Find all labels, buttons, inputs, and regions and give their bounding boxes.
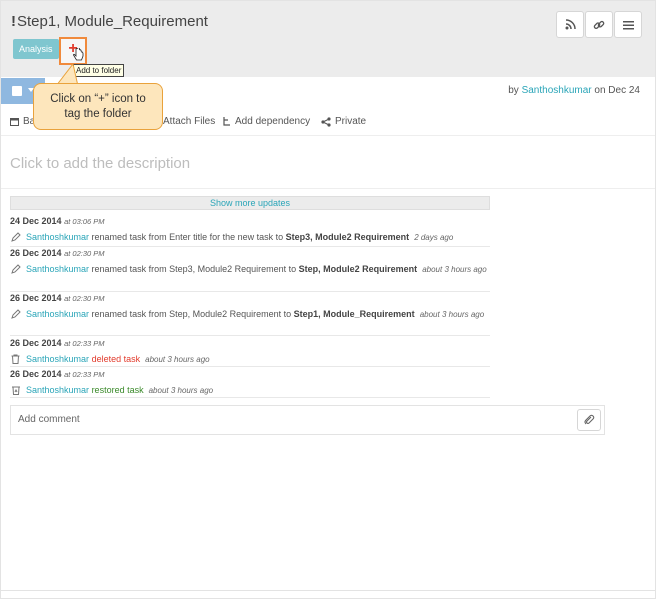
- link-icon: [593, 20, 605, 29]
- task-header: ! Step1, Module_Requirement Analysis + A…: [1, 1, 655, 77]
- comment-input[interactable]: Add comment: [18, 414, 80, 425]
- private-action[interactable]: Private: [321, 116, 366, 127]
- activity-date: 26 Dec 2014 at 02:30 PM: [10, 248, 105, 258]
- author-link[interactable]: Santhoshkumar: [522, 85, 592, 96]
- activity-text: Santhoshkumar restored task about 3 hour…: [10, 383, 490, 398]
- divider: [1, 188, 655, 189]
- paperclip-icon: [584, 414, 595, 425]
- add-to-folder-tooltip: Add to folder: [73, 64, 125, 77]
- calendar-icon: [10, 118, 19, 126]
- attach-files-action[interactable]: Attach Files: [163, 116, 215, 127]
- activity-text: Santhoshkumar renamed task from Step3, M…: [10, 262, 490, 277]
- private-label: Private: [335, 116, 367, 127]
- activity-date: 26 Dec 2014 at 02:33 PM: [10, 369, 105, 379]
- title-row: ! Step1, Module_Requirement: [11, 13, 208, 30]
- share-icon: [321, 116, 331, 127]
- activity-entry: 26 Dec 2014 at 02:33 PM Santhoshkumar re…: [10, 369, 490, 398]
- rss-icon: [565, 19, 576, 30]
- activity-text: Santhoshkumar deleted task about 3 hours…: [10, 352, 490, 367]
- callout-line-1: Click on “+” icon to: [50, 93, 146, 105]
- tag-analysis[interactable]: Analysis: [13, 39, 59, 59]
- comment-box[interactable]: Add comment: [10, 405, 605, 435]
- activity-date: 24 Dec 2014 at 03:06 PM: [10, 216, 105, 226]
- activity-text: Santhoshkumar renamed task from Step, Mo…: [10, 307, 490, 322]
- byline-date: on Dec 24: [591, 85, 640, 96]
- activity-date: 26 Dec 2014 at 02:30 PM: [10, 293, 105, 303]
- byline-prefix: by: [508, 85, 522, 96]
- description-placeholder[interactable]: Click to add the description: [10, 155, 190, 172]
- menu-button[interactable]: [614, 11, 642, 38]
- complete-checkbox[interactable]: [12, 86, 22, 96]
- hand-cursor-icon: [73, 48, 84, 61]
- add-dependency-action[interactable]: Add dependency: [222, 116, 310, 127]
- activity-user-link[interactable]: Santhoshkumar: [26, 385, 89, 395]
- pencil-icon: [11, 309, 21, 319]
- divider: [10, 366, 490, 367]
- activity-text: Santhoshkumar renamed task from Enter ti…: [10, 230, 490, 245]
- back-action[interactable]: Ba: [10, 116, 35, 127]
- activity-user-link[interactable]: Santhoshkumar: [26, 264, 89, 274]
- pencil-icon: [11, 264, 21, 274]
- instruction-callout: Click on “+” icon to tag the folder: [33, 83, 163, 130]
- dependency-icon: [223, 116, 230, 126]
- divider: [10, 246, 490, 247]
- activity-entry: 26 Dec 2014 at 02:30 PM Santhoshkumar re…: [10, 248, 490, 277]
- divider: [10, 397, 490, 398]
- task-title[interactable]: Step1, Module_Requirement: [17, 13, 208, 30]
- divider: [10, 335, 490, 336]
- author-byline: by Santhoshkumar on Dec 24: [508, 85, 640, 96]
- activity-user-link[interactable]: Santhoshkumar: [26, 354, 89, 364]
- activity-entry: 26 Dec 2014 at 02:30 PM Santhoshkumar re…: [10, 293, 490, 322]
- activity-user-link[interactable]: Santhoshkumar: [26, 309, 89, 319]
- activity-user-link[interactable]: Santhoshkumar: [26, 232, 89, 242]
- show-more-updates-button[interactable]: Show more updates: [10, 196, 490, 210]
- menu-icon: [622, 20, 634, 29]
- attach-files-label: Attach Files: [163, 116, 216, 127]
- activity-entry: 24 Dec 2014 at 03:06 PM Santhoshkumar re…: [10, 216, 490, 245]
- divider: [1, 590, 655, 591]
- permalink-button[interactable]: [585, 11, 613, 38]
- add-dependency-label: Add dependency: [235, 116, 311, 127]
- rss-button[interactable]: [556, 11, 584, 38]
- pencil-icon: [11, 232, 21, 242]
- callout-line-2: tag the folder: [64, 108, 132, 120]
- activity-entry: 26 Dec 2014 at 02:33 PM Santhoshkumar de…: [10, 338, 490, 367]
- restore-icon: [12, 386, 20, 395]
- divider: [10, 291, 490, 292]
- priority-mark[interactable]: !: [11, 13, 16, 30]
- activity-date: 26 Dec 2014 at 02:33 PM: [10, 338, 105, 348]
- attach-comment-button[interactable]: [577, 409, 601, 431]
- trash-icon: [11, 354, 20, 364]
